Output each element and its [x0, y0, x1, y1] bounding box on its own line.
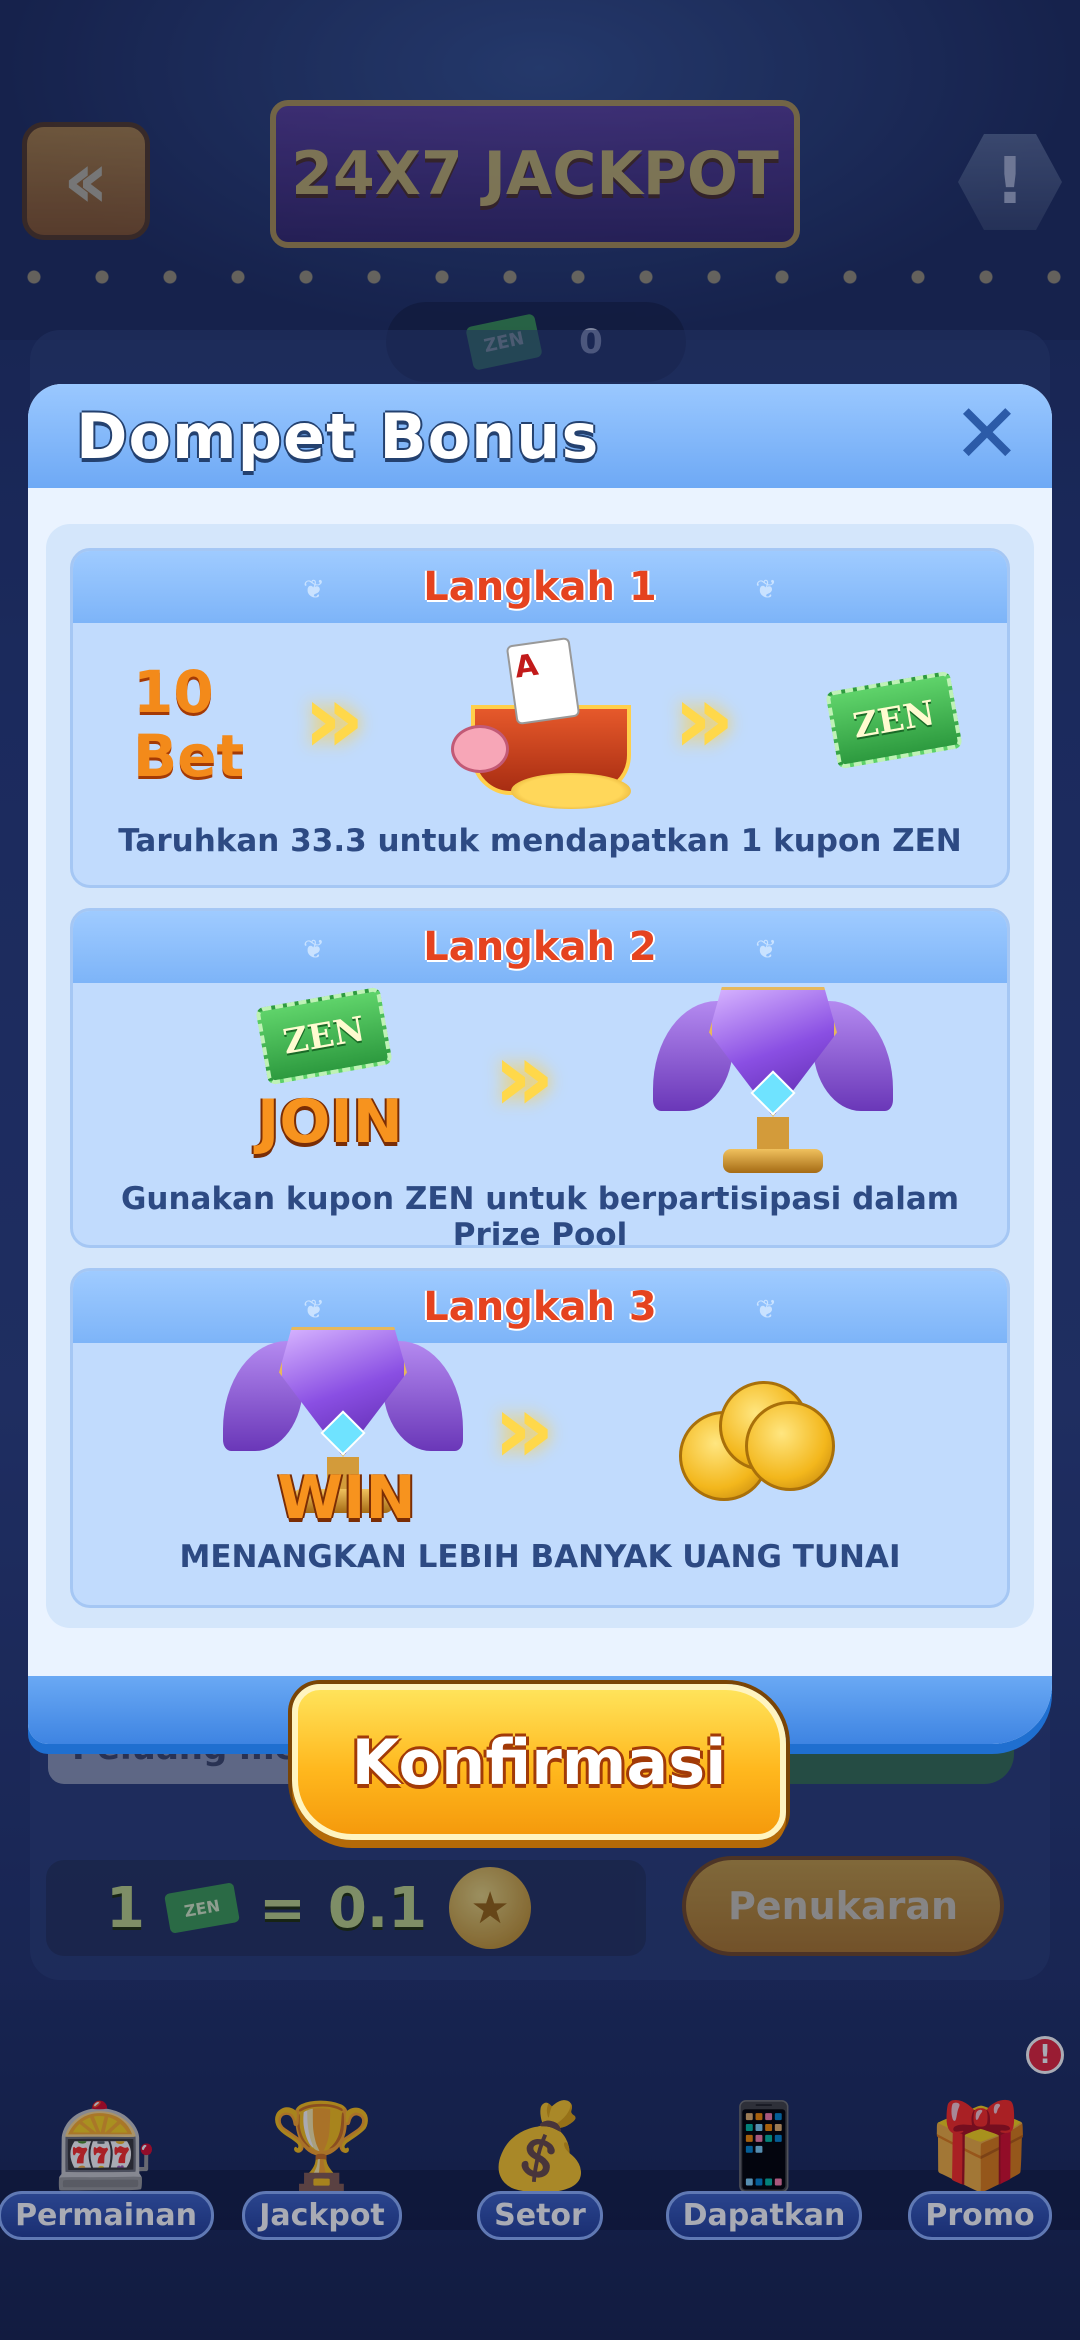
modal-title: Dompet Bonus: [76, 399, 600, 473]
confirm-button[interactable]: Konfirmasi: [292, 1684, 786, 1840]
step-description: Gunakan kupon ZEN untuk berpartisipasi d…: [120, 1181, 960, 1248]
arrow-icon: »: [493, 1373, 556, 1485]
bonus-wallet-modal: Dompet Bonus ✕ ❦ Langkah 1 ❦ 10 Bet » A: [28, 384, 1052, 1744]
modal-header: Dompet Bonus ✕: [28, 384, 1052, 488]
ornament-icon: ❦: [303, 935, 325, 965]
treasure-pot-icon: A: [451, 635, 641, 809]
join-text: JOIN: [257, 1087, 403, 1157]
step-card-2: ❦ Langkah 2 ❦ ZEN JOIN » Gunakan kupon Z…: [70, 908, 1010, 1248]
steps-container: ❦ Langkah 1 ❦ 10 Bet » A » ZEN Taruhkan …: [46, 524, 1034, 1628]
step-card-1: ❦ Langkah 1 ❦ 10 Bet » A » ZEN Taruhkan …: [70, 548, 1010, 888]
win-text: WIN: [277, 1463, 416, 1533]
zen-ticket-icon: ZEN: [255, 986, 393, 1086]
step-description: MENANGKAN LEBIH BANYAK UANG TUNAI: [179, 1539, 901, 1575]
step-card-3: ❦ Langkah 3 ❦ WIN » MENANGKAN LEBIH BANY…: [70, 1268, 1010, 1608]
ornament-icon: ❦: [755, 1295, 777, 1325]
bet-label: Bet: [133, 722, 245, 790]
close-button[interactable]: ✕: [950, 394, 1024, 476]
prize-trophy-icon: [653, 981, 893, 1181]
gold-coins-icon: [679, 1381, 839, 1501]
ornament-icon: ❦: [303, 575, 325, 605]
step-header: ❦ Langkah 3 ❦: [73, 1271, 1007, 1343]
confirm-button-label: Konfirmasi: [351, 1725, 727, 1799]
zen-ticket-icon: ZEN: [825, 670, 963, 770]
step-description: Taruhkan 33.3 untuk mendapatkan 1 kupon …: [118, 823, 962, 859]
ornament-icon: ❦: [755, 575, 777, 605]
bet-number: 10: [133, 658, 214, 726]
close-icon: ✕: [952, 387, 1022, 482]
ornament-icon: ❦: [755, 935, 777, 965]
step-title: Langkah 2: [423, 924, 657, 970]
arrow-icon: »: [303, 663, 366, 775]
arrow-icon: »: [673, 663, 736, 775]
step-header: ❦ Langkah 1 ❦: [73, 551, 1007, 623]
arrow-icon: »: [493, 1021, 556, 1133]
step-title: Langkah 1: [423, 564, 657, 610]
step-header: ❦ Langkah 2 ❦: [73, 911, 1007, 983]
